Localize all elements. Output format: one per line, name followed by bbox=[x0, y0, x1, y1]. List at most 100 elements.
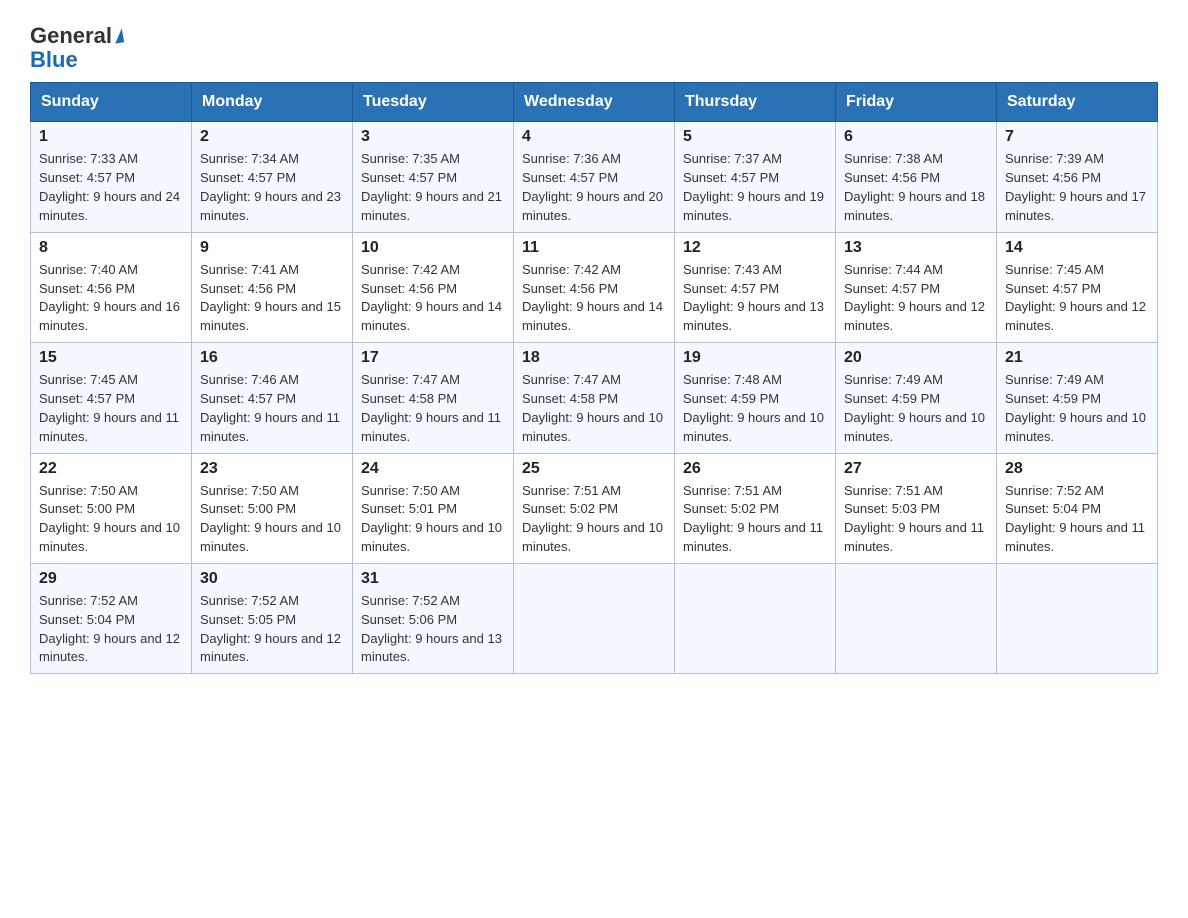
day-number: 8 bbox=[39, 239, 183, 257]
calendar-cell: 31 Sunrise: 7:52 AM Sunset: 5:06 PM Dayl… bbox=[353, 563, 514, 673]
day-number: 31 bbox=[361, 570, 505, 588]
weekday-header-sunday: Sunday bbox=[31, 83, 192, 122]
calendar-cell: 8 Sunrise: 7:40 AM Sunset: 4:56 PM Dayli… bbox=[31, 232, 192, 342]
day-info: Sunrise: 7:49 AM Sunset: 4:59 PM Dayligh… bbox=[844, 371, 988, 446]
day-number: 24 bbox=[361, 460, 505, 478]
day-number: 2 bbox=[200, 128, 344, 146]
calendar-cell bbox=[675, 563, 836, 673]
weekday-header-saturday: Saturday bbox=[997, 83, 1158, 122]
page-header: General Blue bbox=[30, 24, 1158, 72]
day-info: Sunrise: 7:35 AM Sunset: 4:57 PM Dayligh… bbox=[361, 150, 505, 225]
calendar-cell: 19 Sunrise: 7:48 AM Sunset: 4:59 PM Dayl… bbox=[675, 343, 836, 453]
calendar-cell: 25 Sunrise: 7:51 AM Sunset: 5:02 PM Dayl… bbox=[514, 453, 675, 563]
day-info: Sunrise: 7:45 AM Sunset: 4:57 PM Dayligh… bbox=[39, 371, 183, 446]
calendar-cell: 16 Sunrise: 7:46 AM Sunset: 4:57 PM Dayl… bbox=[192, 343, 353, 453]
calendar-cell bbox=[514, 563, 675, 673]
day-info: Sunrise: 7:43 AM Sunset: 4:57 PM Dayligh… bbox=[683, 261, 827, 336]
day-info: Sunrise: 7:51 AM Sunset: 5:02 PM Dayligh… bbox=[683, 482, 827, 557]
calendar-cell: 30 Sunrise: 7:52 AM Sunset: 5:05 PM Dayl… bbox=[192, 563, 353, 673]
day-info: Sunrise: 7:52 AM Sunset: 5:05 PM Dayligh… bbox=[200, 592, 344, 667]
day-number: 26 bbox=[683, 460, 827, 478]
calendar-cell: 11 Sunrise: 7:42 AM Sunset: 4:56 PM Dayl… bbox=[514, 232, 675, 342]
calendar-cell bbox=[997, 563, 1158, 673]
calendar-cell: 1 Sunrise: 7:33 AM Sunset: 4:57 PM Dayli… bbox=[31, 122, 192, 232]
weekday-header-tuesday: Tuesday bbox=[353, 83, 514, 122]
calendar-cell: 23 Sunrise: 7:50 AM Sunset: 5:00 PM Dayl… bbox=[192, 453, 353, 563]
calendar-cell: 2 Sunrise: 7:34 AM Sunset: 4:57 PM Dayli… bbox=[192, 122, 353, 232]
calendar-cell: 21 Sunrise: 7:49 AM Sunset: 4:59 PM Dayl… bbox=[997, 343, 1158, 453]
day-info: Sunrise: 7:38 AM Sunset: 4:56 PM Dayligh… bbox=[844, 150, 988, 225]
day-info: Sunrise: 7:50 AM Sunset: 5:00 PM Dayligh… bbox=[200, 482, 344, 557]
day-number: 3 bbox=[361, 128, 505, 146]
day-number: 1 bbox=[39, 128, 183, 146]
calendar-cell: 27 Sunrise: 7:51 AM Sunset: 5:03 PM Dayl… bbox=[836, 453, 997, 563]
day-info: Sunrise: 7:42 AM Sunset: 4:56 PM Dayligh… bbox=[522, 261, 666, 336]
calendar-cell: 14 Sunrise: 7:45 AM Sunset: 4:57 PM Dayl… bbox=[997, 232, 1158, 342]
day-number: 18 bbox=[522, 349, 666, 367]
day-number: 28 bbox=[1005, 460, 1149, 478]
weekday-header-monday: Monday bbox=[192, 83, 353, 122]
day-info: Sunrise: 7:51 AM Sunset: 5:02 PM Dayligh… bbox=[522, 482, 666, 557]
day-number: 20 bbox=[844, 349, 988, 367]
day-number: 13 bbox=[844, 239, 988, 257]
day-info: Sunrise: 7:48 AM Sunset: 4:59 PM Dayligh… bbox=[683, 371, 827, 446]
day-info: Sunrise: 7:33 AM Sunset: 4:57 PM Dayligh… bbox=[39, 150, 183, 225]
calendar-cell: 5 Sunrise: 7:37 AM Sunset: 4:57 PM Dayli… bbox=[675, 122, 836, 232]
calendar-week-row: 15 Sunrise: 7:45 AM Sunset: 4:57 PM Dayl… bbox=[31, 343, 1158, 453]
day-info: Sunrise: 7:40 AM Sunset: 4:56 PM Dayligh… bbox=[39, 261, 183, 336]
calendar-cell: 22 Sunrise: 7:50 AM Sunset: 5:00 PM Dayl… bbox=[31, 453, 192, 563]
day-info: Sunrise: 7:44 AM Sunset: 4:57 PM Dayligh… bbox=[844, 261, 988, 336]
day-info: Sunrise: 7:46 AM Sunset: 4:57 PM Dayligh… bbox=[200, 371, 344, 446]
calendar-cell: 4 Sunrise: 7:36 AM Sunset: 4:57 PM Dayli… bbox=[514, 122, 675, 232]
calendar-cell: 10 Sunrise: 7:42 AM Sunset: 4:56 PM Dayl… bbox=[353, 232, 514, 342]
calendar-table: SundayMondayTuesdayWednesdayThursdayFrid… bbox=[30, 82, 1158, 674]
calendar-cell: 17 Sunrise: 7:47 AM Sunset: 4:58 PM Dayl… bbox=[353, 343, 514, 453]
calendar-cell: 13 Sunrise: 7:44 AM Sunset: 4:57 PM Dayl… bbox=[836, 232, 997, 342]
day-info: Sunrise: 7:50 AM Sunset: 5:01 PM Dayligh… bbox=[361, 482, 505, 557]
calendar-cell bbox=[836, 563, 997, 673]
day-info: Sunrise: 7:52 AM Sunset: 5:06 PM Dayligh… bbox=[361, 592, 505, 667]
day-info: Sunrise: 7:37 AM Sunset: 4:57 PM Dayligh… bbox=[683, 150, 827, 225]
day-number: 4 bbox=[522, 128, 666, 146]
day-number: 22 bbox=[39, 460, 183, 478]
day-number: 12 bbox=[683, 239, 827, 257]
logo-general-text: General bbox=[30, 24, 112, 48]
weekday-header-friday: Friday bbox=[836, 83, 997, 122]
weekday-header-thursday: Thursday bbox=[675, 83, 836, 122]
day-info: Sunrise: 7:52 AM Sunset: 5:04 PM Dayligh… bbox=[39, 592, 183, 667]
day-number: 25 bbox=[522, 460, 666, 478]
day-info: Sunrise: 7:45 AM Sunset: 4:57 PM Dayligh… bbox=[1005, 261, 1149, 336]
calendar-cell: 9 Sunrise: 7:41 AM Sunset: 4:56 PM Dayli… bbox=[192, 232, 353, 342]
day-info: Sunrise: 7:36 AM Sunset: 4:57 PM Dayligh… bbox=[522, 150, 666, 225]
day-info: Sunrise: 7:47 AM Sunset: 4:58 PM Dayligh… bbox=[522, 371, 666, 446]
calendar-cell: 28 Sunrise: 7:52 AM Sunset: 5:04 PM Dayl… bbox=[997, 453, 1158, 563]
logo-triangle-icon bbox=[113, 28, 124, 43]
day-info: Sunrise: 7:39 AM Sunset: 4:56 PM Dayligh… bbox=[1005, 150, 1149, 225]
day-info: Sunrise: 7:50 AM Sunset: 5:00 PM Dayligh… bbox=[39, 482, 183, 557]
day-number: 16 bbox=[200, 349, 344, 367]
day-number: 14 bbox=[1005, 239, 1149, 257]
day-info: Sunrise: 7:52 AM Sunset: 5:04 PM Dayligh… bbox=[1005, 482, 1149, 557]
calendar-week-row: 22 Sunrise: 7:50 AM Sunset: 5:00 PM Dayl… bbox=[31, 453, 1158, 563]
calendar-cell: 24 Sunrise: 7:50 AM Sunset: 5:01 PM Dayl… bbox=[353, 453, 514, 563]
day-info: Sunrise: 7:41 AM Sunset: 4:56 PM Dayligh… bbox=[200, 261, 344, 336]
day-number: 11 bbox=[522, 239, 666, 257]
calendar-week-row: 29 Sunrise: 7:52 AM Sunset: 5:04 PM Dayl… bbox=[31, 563, 1158, 673]
day-number: 9 bbox=[200, 239, 344, 257]
calendar-week-row: 8 Sunrise: 7:40 AM Sunset: 4:56 PM Dayli… bbox=[31, 232, 1158, 342]
day-info: Sunrise: 7:47 AM Sunset: 4:58 PM Dayligh… bbox=[361, 371, 505, 446]
calendar-header-row: SundayMondayTuesdayWednesdayThursdayFrid… bbox=[31, 83, 1158, 122]
day-info: Sunrise: 7:34 AM Sunset: 4:57 PM Dayligh… bbox=[200, 150, 344, 225]
logo: General Blue bbox=[30, 24, 123, 72]
day-number: 29 bbox=[39, 570, 183, 588]
day-number: 19 bbox=[683, 349, 827, 367]
day-info: Sunrise: 7:42 AM Sunset: 4:56 PM Dayligh… bbox=[361, 261, 505, 336]
calendar-cell: 12 Sunrise: 7:43 AM Sunset: 4:57 PM Dayl… bbox=[675, 232, 836, 342]
calendar-cell: 18 Sunrise: 7:47 AM Sunset: 4:58 PM Dayl… bbox=[514, 343, 675, 453]
calendar-cell: 7 Sunrise: 7:39 AM Sunset: 4:56 PM Dayli… bbox=[997, 122, 1158, 232]
calendar-cell: 26 Sunrise: 7:51 AM Sunset: 5:02 PM Dayl… bbox=[675, 453, 836, 563]
weekday-header-wednesday: Wednesday bbox=[514, 83, 675, 122]
day-number: 30 bbox=[200, 570, 344, 588]
calendar-cell: 15 Sunrise: 7:45 AM Sunset: 4:57 PM Dayl… bbox=[31, 343, 192, 453]
day-number: 5 bbox=[683, 128, 827, 146]
